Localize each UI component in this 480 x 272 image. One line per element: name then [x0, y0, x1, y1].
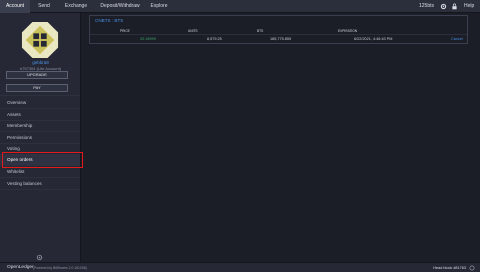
open-orders-panel: CNBTS : BTS PRICE UNITS BTS EXPIRATION 2… [89, 15, 468, 44]
order-expiration: 6/22/2021, 4:46:43 PM [354, 37, 393, 41]
nav-exchange[interactable]: Exchange [58, 0, 94, 13]
settings-icon[interactable] [36, 254, 43, 261]
help-link[interactable]: Help [464, 0, 474, 13]
nav-explore[interactable]: Explore [146, 0, 172, 13]
menu-divider [0, 189, 80, 190]
panel-divider [90, 34, 467, 35]
column-header-bts: BTS [257, 29, 264, 33]
balance-display[interactable]: 125bts [419, 0, 434, 13]
sidebar-item-overview[interactable]: Overview [0, 97, 80, 108]
powered-by-label: (Powered by BitShares 2.0 161006) [33, 266, 87, 270]
lock-icon[interactable] [451, 3, 458, 10]
menu-divider [0, 95, 80, 96]
gear-icon[interactable] [440, 3, 447, 10]
nav-account[interactable]: Account [0, 0, 30, 13]
order-units: 8,579.25 [207, 37, 222, 41]
top-navigation-bar: Account Send Exchange Deposit/Withdraw E… [0, 0, 480, 13]
column-header-units: UNITS [188, 29, 198, 33]
brand-logo-text: OpenLedger [7, 265, 34, 270]
pay-button[interactable]: PAY [6, 84, 68, 92]
nav-deposit-withdraw[interactable]: Deposit/Withdraw [94, 0, 146, 13]
order-bts: 185,775.859 [270, 37, 292, 41]
selection-highlight [2, 152, 83, 168]
column-header-expiration: EXPIRATION [338, 29, 358, 33]
column-header-price: PRICE [120, 29, 130, 33]
order-price: 20.18999 [140, 37, 156, 41]
nav-send[interactable]: Send [30, 0, 58, 13]
sidebar-item-vesting-balances[interactable]: Vesting balances [0, 178, 80, 189]
head-block-indicator: Head block #81763 [433, 265, 466, 270]
connection-icon[interactable] [469, 265, 475, 271]
account-avatar [21, 21, 59, 59]
upgrade-button[interactable]: UPGRADE [6, 71, 68, 79]
status-bar: OpenLedger (Powered by BitShares 2.0 161… [0, 262, 480, 272]
cancel-order-button[interactable]: Cancel [451, 37, 463, 41]
sidebar-item-assets[interactable]: Assets [0, 109, 80, 120]
account-sidebar: gebbra8 #757304 (Life Account) UPGRADE P… [0, 13, 81, 272]
account-name[interactable]: gebbra8 [0, 60, 81, 65]
sidebar-item-permissions[interactable]: Permissions [0, 132, 80, 143]
sidebar-item-membership[interactable]: Membership [0, 120, 80, 131]
market-pair-title[interactable]: CNBTS : BTS [95, 18, 123, 23]
